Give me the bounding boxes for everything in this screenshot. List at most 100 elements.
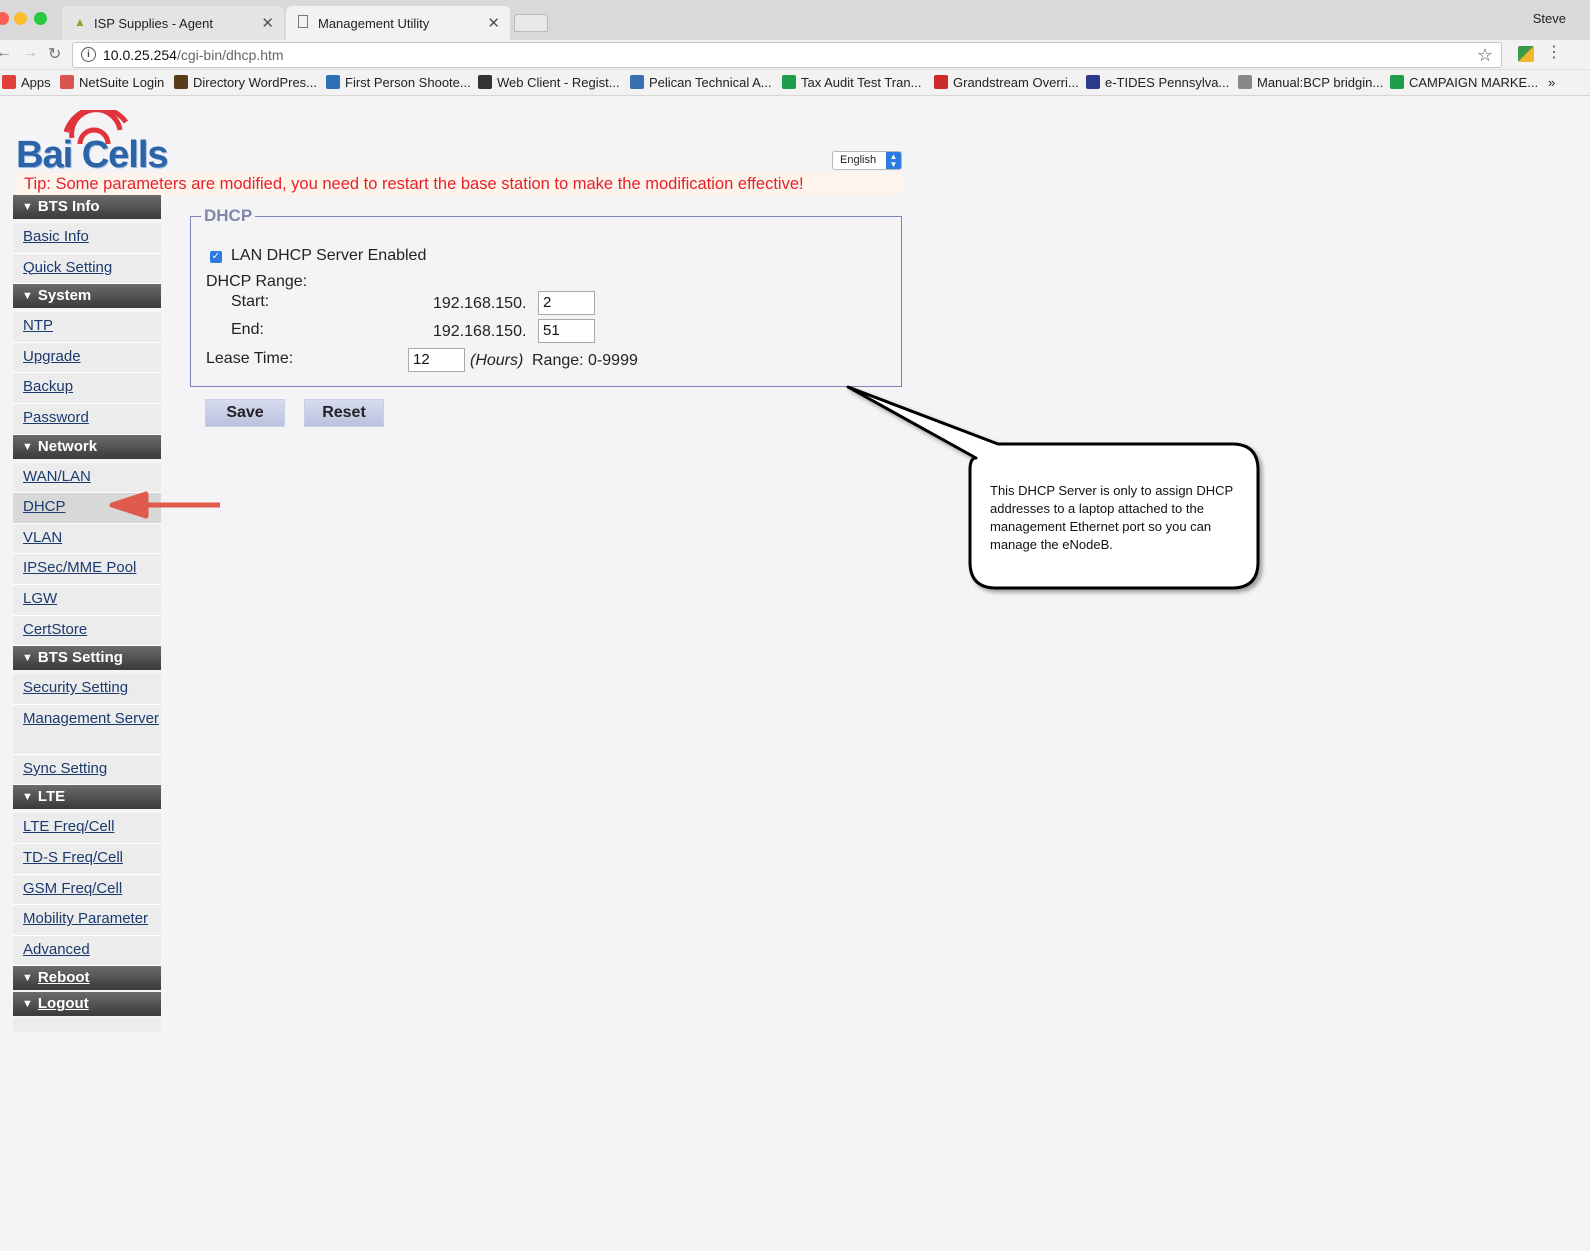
bookmark-star-icon[interactable]: ☆	[1477, 45, 1493, 66]
bookmark-item[interactable]: NetSuite Login	[60, 75, 164, 90]
dhcp-enabled-label: LAN DHCP Server Enabled	[231, 247, 427, 264]
url-host: 10.0.25.254	[103, 47, 177, 63]
profile-user-name[interactable]: Steve	[1533, 11, 1566, 26]
book-icon	[174, 75, 188, 89]
bookmark-item[interactable]: First Person Shoote...	[326, 75, 471, 90]
bookmark-label: Pelican Technical A...	[649, 75, 772, 90]
sidebar-section-logout[interactable]: ▼ Logout	[13, 992, 161, 1017]
dhcp-enabled-checkbox[interactable]: ✓	[210, 251, 222, 263]
end-ip-prefix: 192.168.150.	[433, 323, 527, 340]
minimize-window-icon[interactable]	[14, 12, 27, 25]
new-tab-button[interactable]	[514, 14, 548, 32]
sidebar-item-backup[interactable]: Backup	[13, 373, 161, 404]
bookmark-label: First Person Shoote...	[345, 75, 471, 90]
bookmark-item[interactable]: CAMPAIGN MARKE...	[1390, 75, 1538, 90]
sidebar-item-security-setting[interactable]: Security Setting	[13, 674, 161, 705]
sidebar-item-advanced[interactable]: Advanced	[13, 935, 161, 967]
bookmark-item[interactable]: Pelican Technical A...	[630, 75, 772, 90]
extension-icon[interactable]	[1518, 46, 1534, 62]
bookmark-label: Web Client - Regist...	[497, 75, 620, 90]
sidebar-item-lte-freq-cell[interactable]: LTE Freq/Cell	[13, 813, 161, 844]
bookmark-item[interactable]: Web Client - Regist...	[478, 75, 620, 90]
pelican-icon	[630, 75, 644, 89]
reset-button[interactable]: Reset	[304, 399, 384, 427]
sidebar-section-reboot[interactable]: ▼ Reboot	[13, 966, 161, 991]
start-ip-prefix: 192.168.150.	[433, 295, 527, 312]
more-bookmarks-icon[interactable]: »	[1548, 75, 1555, 90]
sidebar-section-bts-info[interactable]: ▼ BTS Info	[13, 195, 161, 219]
pes-icon	[1086, 75, 1100, 89]
forward-icon[interactable]: →	[22, 44, 38, 62]
start-ip-input[interactable]: 2	[538, 291, 595, 315]
sidebar-item-dhcp[interactable]: DHCP	[13, 493, 161, 524]
site-info-icon[interactable]: i	[81, 47, 96, 62]
sidebar-section-network[interactable]: ▼ Network	[13, 434, 161, 459]
browser-menu-icon[interactable]: ⋮	[1546, 44, 1562, 62]
sidebar-section-title: LTE	[37, 788, 66, 806]
back-icon[interactable]: ←	[0, 44, 12, 62]
sidebar-item-sync-setting[interactable]: Sync Setting	[13, 754, 161, 786]
sidebar-section-title: BTS Info	[37, 198, 100, 215]
sidebar-section-bts-setting[interactable]: ▼ BTS Setting	[13, 646, 161, 671]
sidebar-section-title: Reboot	[37, 969, 90, 987]
address-bar[interactable]: i 10.0.25.254/cgi-bin/dhcp.htm ☆	[72, 42, 1502, 68]
bookmark-label: Grandstream Overri...	[953, 75, 1079, 90]
bookmark-item[interactable]: Directory WordPres...	[174, 75, 317, 90]
sidebar-section-lte[interactable]: ▼ LTE	[13, 785, 161, 810]
apps-grid-icon	[2, 75, 16, 89]
language-select[interactable]: English ▲ ▼	[832, 151, 902, 170]
sidebar-item-ntp[interactable]: NTP	[13, 312, 161, 343]
sidebar-item-lgw[interactable]: LGW	[13, 585, 161, 616]
reload-icon[interactable]: ↻	[48, 44, 61, 64]
close-tab-icon[interactable]: ✕	[487, 14, 500, 32]
bookmark-label: Manual:BCP bridgin...	[1257, 75, 1384, 90]
maximize-window-icon[interactable]	[34, 12, 47, 25]
close-tab-icon[interactable]: ✕	[261, 14, 274, 32]
sidebar-item-vlan[interactable]: VLAN	[13, 523, 161, 555]
lease-time-input[interactable]: 12	[408, 348, 465, 372]
tab-management-utility[interactable]: Management Utility ✕	[286, 6, 510, 40]
moon-icon	[478, 75, 492, 89]
language-value: English	[840, 154, 877, 166]
bookmarks-bar: Apps NetSuite Login Directory WordPres... F…	[0, 70, 1590, 96]
isp-icon	[60, 75, 74, 89]
caret-down-icon: ▼	[22, 201, 33, 213]
sidebar-section-title: Network	[37, 437, 98, 455]
lease-time-label: Lease Time:	[206, 350, 294, 367]
sidebar-item-quick-setting[interactable]: Quick Setting	[13, 253, 161, 285]
lease-range-hint: Range: 0-9999	[532, 352, 638, 369]
save-button[interactable]: Save	[205, 399, 285, 427]
tab-isp-supplies[interactable]: ▲ ISP Supplies - Agent ✕	[62, 6, 284, 40]
sidebar-item-gsm-freq-cell[interactable]: GSM Freq/Cell	[13, 874, 161, 906]
sidebar-item-wan-lan[interactable]: WAN/LAN	[13, 462, 161, 494]
bookmark-item[interactable]: Manual:BCP bridgin...	[1238, 75, 1383, 90]
bookmark-item[interactable]: Apps	[2, 75, 51, 90]
close-window-icon[interactable]	[0, 12, 9, 25]
caret-down-icon: ▼	[22, 998, 33, 1011]
dhcp-fieldset: DHCP ✓ LAN DHCP Server Enabled DHCP Rang…	[190, 206, 902, 387]
browser-toolbar: ← → ↻ i 10.0.25.254/cgi-bin/dhcp.htm ☆ ⋮	[0, 40, 1590, 70]
sidebar-item-upgrade[interactable]: Upgrade	[13, 342, 161, 374]
end-ip-input[interactable]: 51	[538, 319, 595, 343]
bookmark-item[interactable]: Tax Audit Test Tran...	[782, 75, 921, 90]
sidebar-item-password[interactable]: Password	[13, 404, 161, 435]
sidebar-item-basic-info[interactable]: Basic Info	[13, 223, 161, 254]
page-favicon-icon	[298, 15, 308, 28]
bookmark-item[interactable]: e-TIDES Pennsylva...	[1086, 75, 1229, 90]
baicells-logo: Bai Cells	[16, 110, 176, 176]
bookmark-item[interactable]: Grandstream Overri...	[934, 75, 1079, 90]
sidebar-item-mobility-parameter[interactable]: Mobility Parameter	[13, 905, 161, 936]
sidebar-item-management-server[interactable]: Management Server	[13, 704, 161, 755]
caret-down-icon: ▼	[22, 440, 33, 453]
sidebar-item-td-s-freq-cell[interactable]: TD-S Freq/Cell	[13, 844, 161, 875]
sidebar-item-ipsec-mme-pool[interactable]: IPSec/MME Pool	[13, 554, 161, 585]
bookmark-label: CAMPAIGN MARKE...	[1409, 75, 1539, 90]
sidebar-item-certstore[interactable]: CertStore	[13, 615, 161, 647]
sheet-icon	[782, 75, 796, 89]
caret-down-icon: ▼	[22, 791, 33, 804]
end-label: End:	[231, 321, 264, 338]
url-text[interactable]: 10.0.25.254/cgi-bin/dhcp.htm	[103, 47, 284, 63]
browser-tab-bar: ▲ ISP Supplies - Agent ✕ Management Util…	[0, 0, 1590, 40]
sidebar-section-system[interactable]: ▼ System	[13, 284, 161, 309]
bookmark-label: NetSuite Login	[79, 75, 165, 90]
